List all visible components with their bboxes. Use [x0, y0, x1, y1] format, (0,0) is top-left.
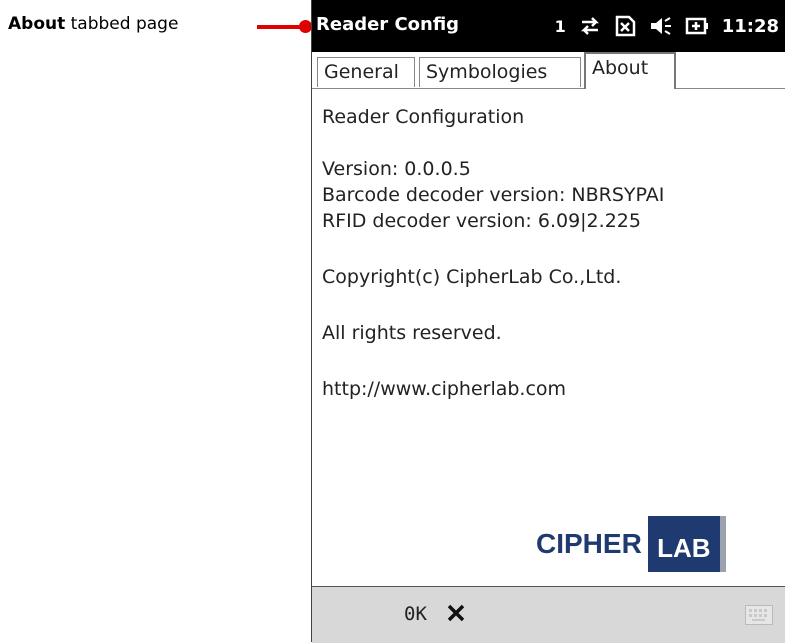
- rights-text: All rights reserved.: [322, 322, 502, 344]
- callout-bold: About: [8, 14, 66, 34]
- no-sim-icon[interactable]: [614, 14, 636, 38]
- rfid-version-text: RFID decoder version: 6.09|2.225: [322, 210, 641, 232]
- copyright-text: Copyright(c) CipherLab Co.,Ltd.: [322, 266, 622, 288]
- barcode-version-text: Barcode decoder version: NBRSYPAI: [322, 184, 665, 206]
- keyboard-icon[interactable]: [745, 605, 773, 625]
- connectivity-icon[interactable]: [578, 14, 602, 38]
- logo-lab-block: LAB: [647, 516, 726, 572]
- callout-line: [257, 25, 305, 29]
- tab-symbologies[interactable]: Symbologies: [419, 57, 581, 87]
- ok-button[interactable]: 0K: [404, 603, 427, 625]
- tab-strip: General Symbologies About: [312, 52, 785, 89]
- clock[interactable]: 11:28: [722, 16, 779, 37]
- tab-about[interactable]: About: [584, 52, 676, 89]
- logo-cipher-text: CIPHER: [536, 528, 642, 559]
- status-icons: 1 11:28: [555, 12, 779, 40]
- battery-charging-icon[interactable]: [684, 14, 710, 38]
- app-title: Reader Config: [316, 14, 460, 35]
- callout-rest: tabbed page: [65, 14, 179, 34]
- bottom-menu-bar: 0K: [312, 586, 785, 643]
- callout-label: About tabbed page: [8, 14, 178, 34]
- website-link[interactable]: http://www.cipherlab.com: [322, 376, 664, 402]
- title-bar: Reader Config 1 11:28: [312, 0, 785, 52]
- cipherlab-logo: CIPHER LAB: [536, 516, 726, 572]
- volume-icon[interactable]: [648, 14, 672, 38]
- device-screen: Reader Config 1 11:28 General Symbologie…: [311, 0, 785, 643]
- signal-number: 1: [554, 16, 566, 36]
- tab-general[interactable]: General: [317, 57, 415, 87]
- version-text: Version: 0.0.0.5: [322, 158, 471, 180]
- close-icon[interactable]: [446, 603, 466, 627]
- about-heading: Reader Configuration: [322, 106, 525, 128]
- about-panel: Reader Configuration Version: 0.0.0.5 Ba…: [322, 104, 664, 402]
